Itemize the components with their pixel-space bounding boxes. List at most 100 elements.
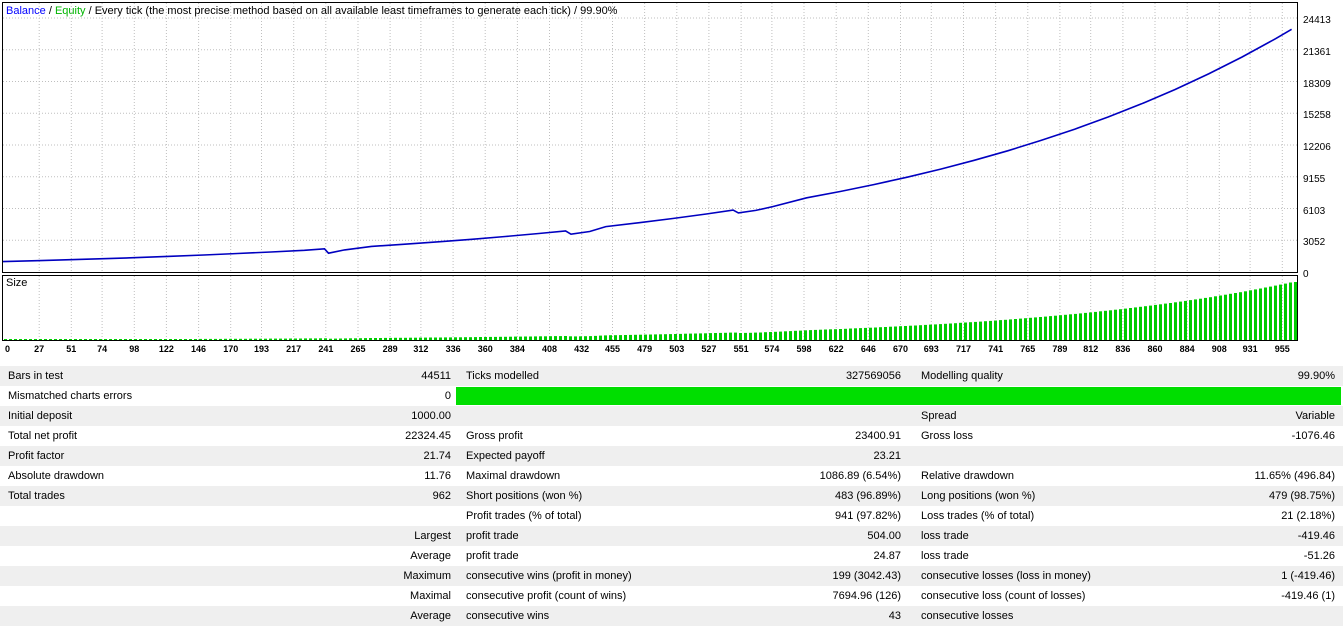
table-value: 0 [444, 390, 451, 402]
table-value: 1086.89 (6.54%) [819, 470, 901, 482]
x-tick-label: 789 [1052, 344, 1068, 354]
table-label: loss trade [921, 550, 969, 562]
x-tick-label: 27 [34, 344, 45, 354]
table-value: 23.21 [873, 450, 901, 462]
y-tick-label: 24413 [1303, 15, 1331, 26]
x-tick-label: 0 [5, 344, 11, 354]
size-panel-label: Size [6, 277, 28, 289]
y-axis-labels: 24413 21361 18309 15258 12206 9155 6103 3052 0 [1298, 2, 1343, 357]
table-value [1105, 446, 1343, 466]
charts-column: Balance / Equity / Every tick (the most … [2, 2, 1298, 357]
table-label: Gross profit [466, 430, 523, 442]
table-value [250, 506, 455, 526]
y-tick-label: 12206 [1303, 142, 1331, 153]
x-tick-label: 646 [860, 344, 876, 354]
x-tick-label: 74 [97, 344, 108, 354]
legend-method-text: Every tick (the most precise method base… [94, 5, 571, 17]
y-tick-label: 0 [1303, 269, 1309, 280]
table-value: Variable [1295, 410, 1335, 422]
x-tick-label: 574 [764, 344, 780, 354]
table-value: 962 [432, 490, 451, 502]
x-tick-label: 717 [955, 344, 971, 354]
table-value: 199 (3042.43) [832, 570, 902, 582]
table-value [690, 406, 905, 426]
table-value: 23400.91 [855, 430, 901, 442]
table-row: Bars in test 44511 Ticks modelled 327569056… [0, 366, 1343, 386]
x-tick-label: 146 [191, 344, 207, 354]
x-tick-label: 741 [988, 344, 1004, 354]
table-label: loss trade [921, 530, 969, 542]
y-tick-label: 21361 [1303, 46, 1331, 58]
table-label: Total net profit [8, 430, 78, 442]
table-value: -1076.46 [1291, 430, 1335, 442]
y-tick-label: 18309 [1303, 78, 1331, 90]
legend-balance-label: Balance [6, 5, 46, 17]
legend-quality-text: 99.90% [580, 5, 618, 17]
table-label: Mismatched charts errors [8, 390, 133, 402]
results-table: Bars in test 44511 Ticks modelled 327569056… [0, 366, 1343, 626]
table-label: consecutive wins (profit in money) [466, 570, 632, 582]
table-label: Initial deposit [8, 410, 73, 422]
x-tick-label: 360 [477, 344, 493, 354]
table-row: Maximal consecutive profit (count of wins… [0, 586, 1343, 606]
table-label [905, 446, 1105, 466]
table-label [0, 586, 250, 606]
x-tick-label: 860 [1147, 344, 1163, 354]
x-tick-label: 955 [1274, 344, 1290, 354]
table-value: 7694.96 (126) [832, 590, 902, 602]
table-label: Gross loss [921, 430, 973, 442]
table-value: 483 (96.89%) [834, 490, 901, 502]
table-value: Maximal [410, 590, 451, 602]
x-tick-label: 455 [604, 344, 620, 354]
balance-chart: Balance / Equity / Every tick (the most … [2, 2, 1298, 273]
x-tick-label: 122 [158, 344, 174, 354]
x-tick-label: 217 [286, 344, 302, 354]
size-chart: Size [2, 275, 1298, 341]
x-tick-label: 908 [1211, 344, 1227, 354]
modelling-quality-bar [456, 387, 1341, 405]
x-tick-label: 384 [509, 344, 525, 354]
table-value: 11.76 [424, 470, 451, 482]
x-tick-label: 812 [1083, 344, 1099, 354]
table-label [455, 406, 690, 426]
x-axis-labels: 0 27 51 74 98 122 146 170 193 217 241 265 289 312 336 3… [2, 341, 1298, 357]
table-label: Maximal drawdown [466, 470, 561, 482]
strategy-tester-report: Balance / Equity / Every tick (the most … [0, 0, 1343, 628]
table-value: 1 (-419.46) [1281, 570, 1335, 582]
table-value: 11.65% (496.84) [1254, 470, 1335, 482]
table-value: 22324.45 [405, 430, 451, 442]
table-value: 479 (98.75%) [1268, 490, 1335, 502]
balance-chart-canvas [3, 3, 1297, 272]
table-row: Initial deposit 1000.00 Spread Variable [0, 406, 1343, 426]
x-tick-label: 931 [1242, 344, 1258, 354]
x-tick-label: 670 [892, 344, 908, 354]
x-tick-label: 503 [669, 344, 685, 354]
table-value: -419.46 (1) [1281, 590, 1335, 602]
table-label [0, 506, 250, 526]
table-label: Profit factor [8, 450, 65, 462]
table-row: Total trades 962 Short positions (won %) 48… [0, 486, 1343, 506]
table-label: consecutive loss (count of losses) [921, 590, 1086, 602]
y-tick-label: 6103 [1303, 205, 1326, 217]
legend-separator: / [45, 5, 55, 17]
table-value: 24.87 [873, 550, 901, 562]
table-value: 43 [888, 610, 901, 622]
x-tick-label: 289 [382, 344, 398, 354]
table-value: 44511 [421, 370, 451, 382]
table-value: Largest [414, 530, 451, 542]
table-value: 327569056 [845, 370, 901, 382]
table-value: 941 (97.82%) [834, 510, 901, 522]
table-value: -419.46 [1297, 530, 1335, 542]
x-tick-label: 432 [574, 344, 590, 354]
y-tick-label: 15258 [1303, 110, 1331, 122]
table-label [0, 566, 250, 586]
table-value: 1000.00 [411, 410, 451, 422]
table-label [0, 526, 250, 546]
table-row: Profit factor 21.74 Expected payoff 23.21 [0, 446, 1343, 466]
x-tick-label: 551 [733, 344, 749, 354]
table-value: 504.00 [867, 530, 901, 542]
x-tick-label: 527 [701, 344, 717, 354]
table-label: Loss trades (% of total) [921, 510, 1035, 522]
legend-equity-label: Equity [54, 5, 86, 17]
table-row: Total net profit 22324.45 Gross profit 2340… [0, 426, 1343, 446]
